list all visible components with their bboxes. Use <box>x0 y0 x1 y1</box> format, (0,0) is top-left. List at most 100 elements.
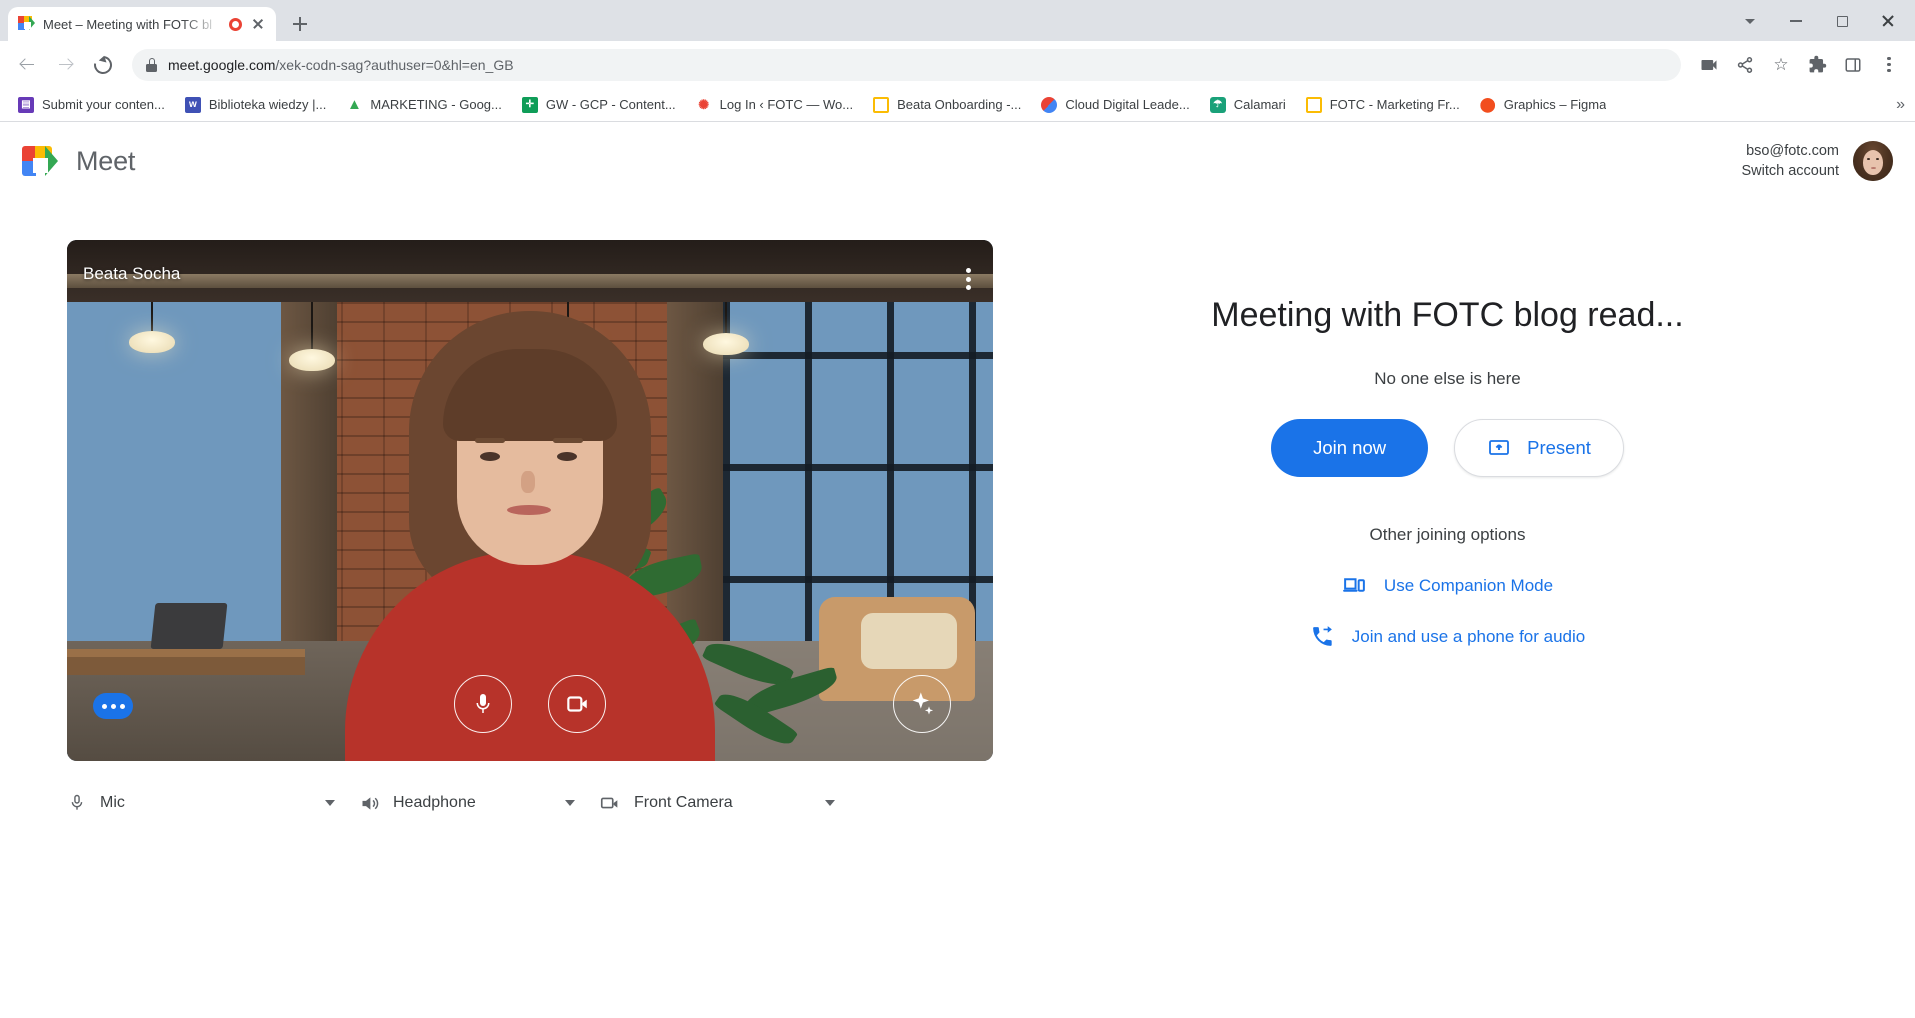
video-camera-icon[interactable] <box>1693 49 1725 81</box>
bookmark-label: Log In ‹ FOTC — Wo... <box>719 97 854 112</box>
meet-page: Meet bso@fotc.com Switch account Beata S… <box>0 122 1915 1018</box>
use-companion-mode-link[interactable]: Use Companion Mode <box>1342 573 1553 598</box>
url-domain: meet.google.com <box>168 56 276 73</box>
speaker-icon <box>362 796 379 810</box>
camera-toggle-button[interactable] <box>548 675 606 733</box>
url-text: meet.google.com/xek-codn-sag?authuser=0&… <box>168 57 514 73</box>
bookmark-item[interactable]: ☂ Calamari <box>1202 93 1294 117</box>
browser-window: Meet – Meeting with FOTC bl meet.google.… <box>0 0 1915 1018</box>
tab-meet[interactable]: Meet – Meeting with FOTC bl <box>8 7 276 41</box>
new-tab-button[interactable] <box>286 10 314 38</box>
join-panel: Meeting with FOTC blog read... No one el… <box>1020 200 1875 823</box>
bookmark-favicon: ☂ <box>1209 96 1226 113</box>
bookmark-favicon: w <box>184 96 201 113</box>
avatar[interactable] <box>1853 141 1893 181</box>
side-panel-icon[interactable] <box>1837 49 1869 81</box>
bookmark-item[interactable]: FOTC - Marketing Fr... <box>1298 93 1468 117</box>
chrome-menu-icon[interactable] <box>1873 49 1905 81</box>
bookmark-favicon: ✛ <box>521 96 538 113</box>
account-email: bso@fotc.com <box>1746 143 1839 159</box>
bookmark-favicon: ▲ <box>346 96 362 113</box>
chevron-down-icon[interactable] <box>825 800 835 806</box>
visual-effects-button[interactable] <box>893 675 951 733</box>
search-tabs-button[interactable] <box>1727 6 1773 36</box>
chevron-down-icon <box>1745 18 1755 24</box>
bookmark-label: Cloud Digital Leade... <box>1065 97 1190 112</box>
recording-dot-icon <box>229 17 242 31</box>
arrow-left-icon <box>19 56 36 73</box>
camera-selector[interactable]: Front Camera <box>599 783 859 823</box>
lock-icon <box>146 57 157 72</box>
bookmark-label: Graphics – Figma <box>1503 97 1607 112</box>
close-window-button[interactable] <box>1865 6 1911 36</box>
present-button[interactable]: Present <box>1454 419 1624 477</box>
bookmark-favicon <box>1305 96 1322 113</box>
meet-content: Beata Socha Mic Headphone Front Camera M… <box>0 200 1915 823</box>
companion-devices-icon <box>1343 578 1365 592</box>
tab-title: Meet – Meeting with FOTC bl <box>43 16 213 32</box>
preview-overlay: Beata Socha <box>67 240 993 761</box>
bookmarks-bar: ▤ Submit your conten... w Biblioteka wiedz… <box>0 88 1915 122</box>
bookmark-item[interactable]: ✛ GW - GCP - Content... <box>514 93 684 117</box>
back-button[interactable] <box>10 48 44 82</box>
extensions-puzzle-icon[interactable] <box>1801 49 1833 81</box>
bookmark-item[interactable]: ▤ Submit your conten... <box>10 93 173 117</box>
minimize-button[interactable] <box>1773 6 1819 36</box>
meet-brand[interactable]: Meet <box>22 146 135 177</box>
mic-selector[interactable]: Mic <box>67 783 359 823</box>
google-meet-logo <box>22 146 58 176</box>
microphone-icon <box>71 794 83 810</box>
microphone-toggle-button[interactable] <box>454 675 512 733</box>
bookmark-favicon <box>1041 96 1058 113</box>
bookmark-label: Beata Onboarding -... <box>897 97 1022 112</box>
bookmark-label: MARKETING - Goog... <box>370 97 502 112</box>
bookmark-star-icon[interactable]: ☆ <box>1765 49 1797 81</box>
bookmark-item[interactable]: ⬤ Graphics – Figma <box>1472 93 1615 117</box>
chevron-down-icon[interactable] <box>565 800 575 806</box>
account-block[interactable]: bso@fotc.com Switch account <box>1741 141 1893 181</box>
present-screen-icon <box>1489 440 1510 455</box>
address-bar[interactable]: meet.google.com/xek-codn-sag?authuser=0&… <box>132 48 1681 81</box>
phone-forward-icon <box>1312 626 1332 646</box>
bookmarks-overflow-button[interactable]: » <box>1896 96 1905 114</box>
window-controls <box>1727 6 1911 36</box>
maximize-button[interactable] <box>1819 6 1865 36</box>
bookmark-item[interactable]: Beata Onboarding -... <box>865 93 1029 117</box>
more-vertical-icon[interactable] <box>966 268 971 290</box>
forward-button[interactable] <box>48 48 82 82</box>
bookmark-label: GW - GCP - Content... <box>545 97 676 112</box>
bookmark-label: Calamari <box>1233 97 1286 112</box>
companion-mode-label: Use Companion Mode <box>1383 575 1554 595</box>
bookmark-item[interactable]: w Biblioteka wiedzy |... <box>177 93 335 117</box>
participant-name: Beata Socha <box>83 264 181 283</box>
bookmark-favicon: ✺ <box>698 96 710 112</box>
bookmark-favicon <box>873 96 890 113</box>
bookmark-item[interactable]: ▲ MARKETING - Goog... <box>338 93 509 117</box>
bookmark-item[interactable]: Cloud Digital Leade... <box>1033 93 1197 117</box>
camera-label: Front Camera <box>634 794 733 811</box>
arrow-right-icon <box>57 56 74 73</box>
video-preview[interactable]: Beata Socha <box>67 240 993 761</box>
url-path: /xek-codn-sag?authuser=0&hl=en_GB <box>275 56 514 73</box>
join-now-button[interactable]: Join now <box>1271 419 1429 477</box>
bookmark-item[interactable]: ✺ Log In ‹ FOTC — Wo... <box>688 93 861 117</box>
google-meet-icon <box>18 15 35 33</box>
join-phone-audio-link[interactable]: Join and use a phone for audio <box>1310 624 1585 649</box>
preview-controls <box>67 675 993 733</box>
participants-status: No one else is here <box>1374 369 1521 388</box>
reload-button[interactable] <box>86 48 120 82</box>
speaker-selector[interactable]: Headphone <box>359 783 599 823</box>
phone-audio-label: Join and use a phone for audio <box>1351 626 1586 646</box>
page-title: Meeting with FOTC blog read... <box>1211 296 1684 334</box>
join-buttons: Join now Present <box>1271 419 1624 477</box>
chevron-down-icon[interactable] <box>325 800 335 806</box>
close-icon[interactable] <box>250 16 266 32</box>
share-icon[interactable] <box>1729 49 1761 81</box>
device-selectors: Mic Headphone Front Camera <box>67 783 993 823</box>
account-text: bso@fotc.com Switch account <box>1741 141 1839 181</box>
meet-header: Meet bso@fotc.com Switch account <box>0 122 1915 200</box>
bookmark-favicon: ⬤ <box>1479 96 1496 112</box>
switch-account-link[interactable]: Switch account <box>1741 161 1839 181</box>
preview-column: Beata Socha Mic Headphone Front Camera <box>40 200 1020 823</box>
other-joining-options-label: Other joining options <box>1369 525 1526 544</box>
